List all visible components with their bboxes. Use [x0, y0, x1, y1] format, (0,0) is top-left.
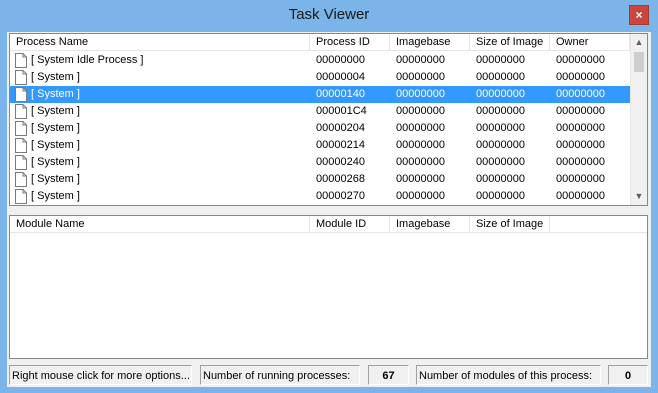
size-of-image: 00000000: [476, 122, 525, 134]
table-row[interactable]: [ System Idle Process ] 00000000 0000000…: [10, 52, 630, 69]
process-id: 00000214: [316, 139, 365, 151]
column-header-imagebase[interactable]: Imagebase: [390, 34, 470, 51]
imagebase: 00000000: [396, 88, 445, 100]
table-row[interactable]: [ System ] 00000214 00000000 00000000 00…: [10, 137, 630, 154]
column-header-process-id[interactable]: Process ID: [310, 34, 390, 51]
size-of-image: 00000000: [476, 190, 525, 202]
column-header-module-name[interactable]: Module Name: [10, 216, 310, 233]
module-list[interactable]: Module Name Module ID Imagebase Size of …: [9, 215, 648, 359]
modules-label: Number of modules of this process:: [416, 365, 601, 385]
process-id: 00000204: [316, 122, 365, 134]
column-header-imagebase[interactable]: Imagebase: [390, 216, 470, 233]
document-icon: [15, 138, 27, 153]
document-icon: [15, 121, 27, 136]
document-icon: [15, 155, 27, 170]
close-icon: ×: [635, 8, 643, 22]
imagebase: 00000000: [396, 71, 445, 83]
owner: 00000000: [556, 88, 605, 100]
process-id: 00000000: [316, 54, 365, 66]
process-name: [ System ]: [31, 105, 80, 117]
task-viewer-window: Task Viewer × Process Name Process ID Im…: [0, 0, 658, 393]
process-list-scrollbar[interactable]: ▲ ▼: [630, 34, 647, 205]
table-row[interactable]: [ System ] 00000004 00000000 00000000 00…: [10, 69, 630, 86]
document-icon: [15, 172, 27, 187]
table-row[interactable]: [ System ] 00000240 00000000 00000000 00…: [10, 154, 630, 171]
size-of-image: 00000000: [476, 71, 525, 83]
column-header-module-id[interactable]: Module ID: [310, 216, 390, 233]
document-icon: [15, 189, 27, 204]
document-icon: [15, 104, 27, 119]
status-bar: Right mouse click for more options... Nu…: [9, 365, 648, 385]
imagebase: 00000000: [396, 173, 445, 185]
process-id: 00000268: [316, 173, 365, 185]
owner: 00000000: [556, 190, 605, 202]
owner: 00000000: [556, 173, 605, 185]
size-of-image: 00000000: [476, 156, 525, 168]
table-row[interactable]: [ System ] 000001C4 00000000 00000000 00…: [10, 103, 630, 120]
close-button[interactable]: ×: [629, 5, 649, 25]
column-header-process-name[interactable]: Process Name: [10, 34, 310, 51]
process-name: [ System ]: [31, 190, 80, 202]
process-name: [ System ]: [31, 156, 80, 168]
process-id: 00000240: [316, 156, 365, 168]
process-name: [ System ]: [31, 122, 80, 134]
process-name: [ System Idle Process ]: [31, 54, 144, 66]
imagebase: 00000000: [396, 122, 445, 134]
imagebase: 00000000: [396, 105, 445, 117]
client-area: Process Name Process ID Imagebase Size o…: [7, 32, 651, 387]
process-id: 00000270: [316, 190, 365, 202]
size-of-image: 00000000: [476, 139, 525, 151]
document-icon: [15, 87, 27, 102]
table-row[interactable]: [ System ] 00000270 00000000 00000000 00…: [10, 188, 630, 205]
column-header-size-of-image[interactable]: Size of Image: [470, 34, 550, 51]
column-header-owner[interactable]: Owner: [550, 34, 630, 51]
title-bar[interactable]: Task Viewer ×: [0, 0, 658, 30]
scroll-thumb[interactable]: [634, 52, 644, 72]
size-of-image: 00000000: [476, 88, 525, 100]
chevron-up-icon[interactable]: ▲: [631, 34, 647, 51]
process-id: 00000004: [316, 71, 365, 83]
process-name: [ System ]: [31, 173, 80, 185]
process-id: 000001C4: [316, 105, 367, 117]
process-name: [ System ]: [31, 139, 80, 151]
owner: 00000000: [556, 71, 605, 83]
imagebase: 00000000: [396, 139, 445, 151]
imagebase: 00000000: [396, 190, 445, 202]
status-hint: Right mouse click for more options...: [9, 365, 192, 385]
process-name: [ System ]: [31, 71, 80, 83]
table-row-selected[interactable]: [ System ] 00000140 00000000 00000000 00…: [10, 86, 630, 103]
modules-count: 0: [608, 365, 648, 385]
window-title: Task Viewer: [288, 6, 370, 23]
size-of-image: 00000000: [476, 173, 525, 185]
owner: 00000000: [556, 156, 605, 168]
owner: 00000000: [556, 122, 605, 134]
module-list-header: Module Name Module ID Imagebase Size of …: [10, 216, 647, 233]
process-id: 00000140: [316, 88, 365, 100]
chevron-down-icon[interactable]: ▼: [631, 188, 647, 205]
size-of-image: 00000000: [476, 54, 525, 66]
process-name: [ System ]: [31, 88, 80, 100]
owner: 00000000: [556, 105, 605, 117]
document-icon: [15, 53, 27, 68]
document-icon: [15, 70, 27, 85]
running-processes-label: Number of running processes:: [200, 365, 360, 385]
owner: 00000000: [556, 139, 605, 151]
process-list[interactable]: Process Name Process ID Imagebase Size o…: [9, 33, 648, 206]
imagebase: 00000000: [396, 54, 445, 66]
process-list-header: Process Name Process ID Imagebase Size o…: [10, 34, 630, 51]
imagebase: 00000000: [396, 156, 445, 168]
size-of-image: 00000000: [476, 105, 525, 117]
table-row[interactable]: [ System ] 00000204 00000000 00000000 00…: [10, 120, 630, 137]
owner: 00000000: [556, 54, 605, 66]
running-processes-count: 67: [368, 365, 409, 385]
table-row[interactable]: [ System ] 00000268 00000000 00000000 00…: [10, 171, 630, 188]
column-header-size-of-image[interactable]: Size of Image: [470, 216, 550, 233]
